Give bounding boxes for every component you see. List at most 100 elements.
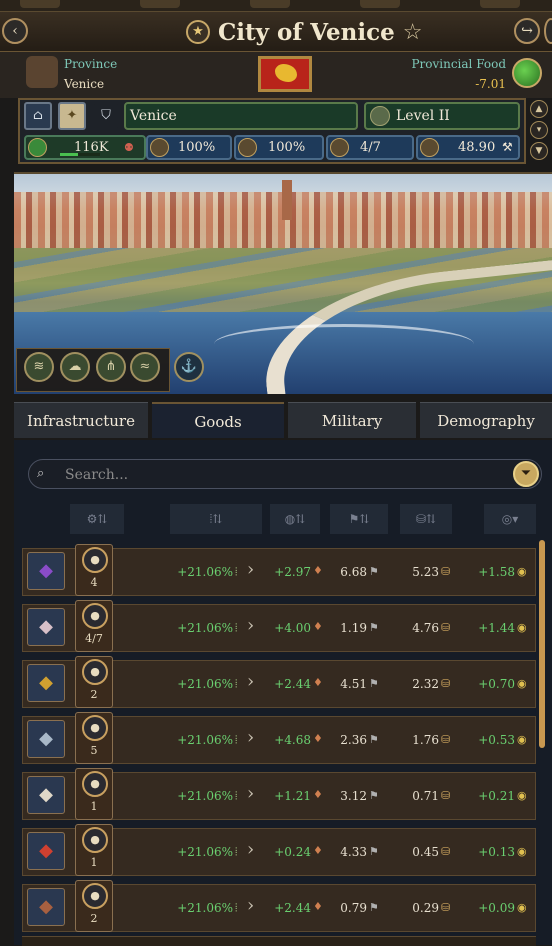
cloth-building-icon[interactable]: ≋ — [24, 352, 54, 382]
list-item[interactable]: ◆ ● 4 +21.06% ⦙ › +2.97 ♦ 6.68 ⚑ 5.23 ⛁ +1.58 ◉ — [22, 544, 536, 596]
happiness-stat[interactable]: 100% — [146, 135, 232, 160]
construction-stat[interactable]: 100% — [234, 135, 324, 160]
income-value: +0.21 — [478, 789, 515, 803]
capital-marker-icon[interactable]: ✦ — [58, 102, 86, 130]
chevron-right-icon[interactable]: › — [247, 727, 254, 748]
top-nav-tab[interactable] — [250, 0, 290, 8]
tab-military[interactable]: Military — [288, 402, 416, 438]
producer-building-icon: ● — [82, 771, 108, 797]
chevron-right-icon[interactable]: › — [247, 839, 254, 860]
list-item[interactable]: ◆ ● 4/7 +21.06% ⦙ › +4.00 ♦ 1.19 ⚑ 4.76 ⛁ +1.44 ◉ — [22, 600, 536, 652]
producer-building-icon: ● — [82, 883, 108, 909]
chevron-right-icon[interactable]: › — [247, 895, 254, 916]
home-icon[interactable]: ⌂ — [24, 102, 52, 130]
close-icon[interactable] — [544, 18, 552, 44]
venice-flag-icon[interactable] — [258, 56, 312, 92]
city-level-field[interactable]: Level II — [364, 102, 520, 130]
city-level-label: Level II — [396, 108, 450, 124]
sort-profit-icon[interactable]: ◍⇅ — [270, 504, 320, 534]
shield-icon[interactable]: ⛉ — [92, 102, 120, 130]
city-name-field[interactable]: Venice — [124, 102, 358, 130]
growth-chart-icon: ⦙ — [235, 901, 238, 914]
title-group: ★ City of Venice ☆ — [186, 16, 422, 48]
scroll-mid-icon[interactable]: ▾ — [530, 121, 548, 139]
growth-chart-icon: ⦙ — [235, 845, 238, 858]
tab-infrastructure[interactable]: Infrastructure — [14, 402, 148, 438]
province-label: Province — [64, 57, 118, 71]
producer-icon[interactable]: ● 2 — [75, 656, 113, 708]
province-bread-icon — [26, 56, 58, 88]
sort-income-icon[interactable]: ◎▾ — [484, 504, 536, 534]
sheep-building-icon[interactable]: ☁ — [60, 352, 90, 382]
port-anchor-icon[interactable]: ⚓ — [174, 352, 204, 382]
income-coin-icon: ◉ — [517, 901, 527, 914]
sort-quantity-icon[interactable]: ⚑⇅ — [330, 504, 388, 534]
forward-arrow-icon[interactable]: ↪ — [514, 18, 540, 44]
income-coin-icon: ◉ — [517, 565, 527, 578]
chevron-right-icon[interactable]: › — [247, 559, 254, 580]
producer-icon[interactable]: ● 1 — [75, 824, 113, 876]
growth-chart-icon: ⦙ — [235, 789, 238, 802]
growth-value: +21.06% — [177, 621, 233, 635]
quantity-value: 4.51 — [340, 677, 367, 691]
growth-chart-icon: ⦙ — [235, 733, 238, 746]
scroll-down-icon[interactable]: ▼ — [530, 142, 548, 160]
filter-icon[interactable]: ⏷ — [513, 461, 539, 487]
list-item[interactable]: ◆ ● 1 +21.06% ⦙ › +0.24 ♦ 4.33 ⚑ 0.45 ⛁ +0.13 ◉ — [22, 824, 536, 876]
list-item[interactable]: ◆ ● 1 +21.06% ⦙ › +1.21 ♦ 3.12 ⚑ 0.71 ⛁ +0.21 ◉ — [22, 768, 536, 820]
producer-count: 4 — [90, 576, 98, 589]
quantity-icon: ⚑ — [369, 733, 379, 746]
page-title: City of Venice — [218, 18, 395, 46]
sort-price-icon[interactable]: ⛁⇅ — [400, 504, 452, 534]
search-input[interactable]: ⌕ Search... — [28, 459, 542, 489]
top-nav-tab[interactable] — [140, 0, 180, 8]
list-item[interactable]: ◆ ● 2 +21.06% ⦙ › +2.44 ♦ 4.51 ⚑ 2.32 ⛁ +0.70 ◉ — [22, 656, 536, 708]
quantity-icon: ⚑ — [369, 789, 379, 802]
profit-value: +2.44 — [274, 677, 311, 691]
price-icon: ⛁ — [441, 677, 451, 690]
profit-value: +2.44 — [274, 901, 311, 915]
buildings-stat[interactable]: 4/7 — [326, 135, 414, 160]
profit-value: +4.68 — [274, 733, 311, 747]
profit-value: +1.21 — [274, 789, 311, 803]
top-nav-tab[interactable] — [20, 0, 60, 8]
lion-emblem-icon — [275, 64, 297, 82]
search-placeholder: Search... — [65, 467, 129, 483]
profit-value: +4.00 — [274, 621, 311, 635]
chevron-right-icon[interactable]: › — [247, 615, 254, 636]
producer-icon[interactable]: ● 4/7 — [75, 600, 113, 652]
feather-icon: ◆ — [27, 608, 65, 646]
province-name[interactable]: Venice — [64, 77, 104, 91]
price-icon: ⛁ — [441, 621, 451, 634]
producer-icon[interactable]: ● 4 — [75, 544, 113, 596]
population-stat[interactable]: 116K ⚉ — [24, 135, 146, 160]
price-icon: ⛁ — [441, 789, 451, 802]
back-arrow-icon[interactable]: ‹ — [2, 18, 28, 44]
producer-icon[interactable]: ● 2 — [75, 880, 113, 932]
scrollbar[interactable] — [539, 540, 545, 748]
price-value: 1.76 — [412, 733, 439, 747]
surf — [214, 324, 474, 364]
top-nav-tab[interactable] — [360, 0, 400, 8]
chevron-right-icon[interactable]: › — [247, 783, 254, 804]
fish-building-icon[interactable]: ≈ — [130, 352, 160, 382]
quantity-value: 2.36 — [340, 733, 367, 747]
list-item[interactable]: ◆ ● 2 +21.06% ⦙ › +2.44 ♦ 0.79 ⚑ 0.29 ⛁ +0.09 ◉ — [22, 880, 536, 932]
chevron-right-icon[interactable]: › — [247, 671, 254, 692]
wheat-building-icon[interactable]: ⋔ — [96, 352, 126, 382]
city-emblem-icon: ★ — [186, 20, 210, 44]
top-nav-tab[interactable] — [480, 0, 520, 8]
profit-icon: ♦ — [313, 732, 323, 745]
tab-goods[interactable]: Goods — [152, 402, 284, 438]
treasury-stat[interactable]: 48.90 ⚒ — [416, 135, 520, 160]
producer-icon[interactable]: ● 1 — [75, 768, 113, 820]
list-item[interactable]: ◆ ● 5 +21.06% ⦙ › +4.68 ♦ 2.36 ⚑ 1.76 ⛁ +0.53 ◉ — [22, 712, 536, 764]
producer-count: 5 — [90, 744, 98, 757]
scroll-up-icon[interactable]: ▲ — [530, 100, 548, 118]
producer-icon[interactable]: ● 5 — [75, 712, 113, 764]
favorite-star-icon[interactable]: ☆ — [403, 20, 423, 45]
sort-goods-type-icon[interactable]: ⚙⇅ — [70, 504, 124, 534]
tab-demography[interactable]: Demography — [420, 402, 552, 438]
sort-growth-icon[interactable]: ⦙⇅ — [170, 504, 262, 534]
quantity-value: 1.19 — [340, 621, 367, 635]
